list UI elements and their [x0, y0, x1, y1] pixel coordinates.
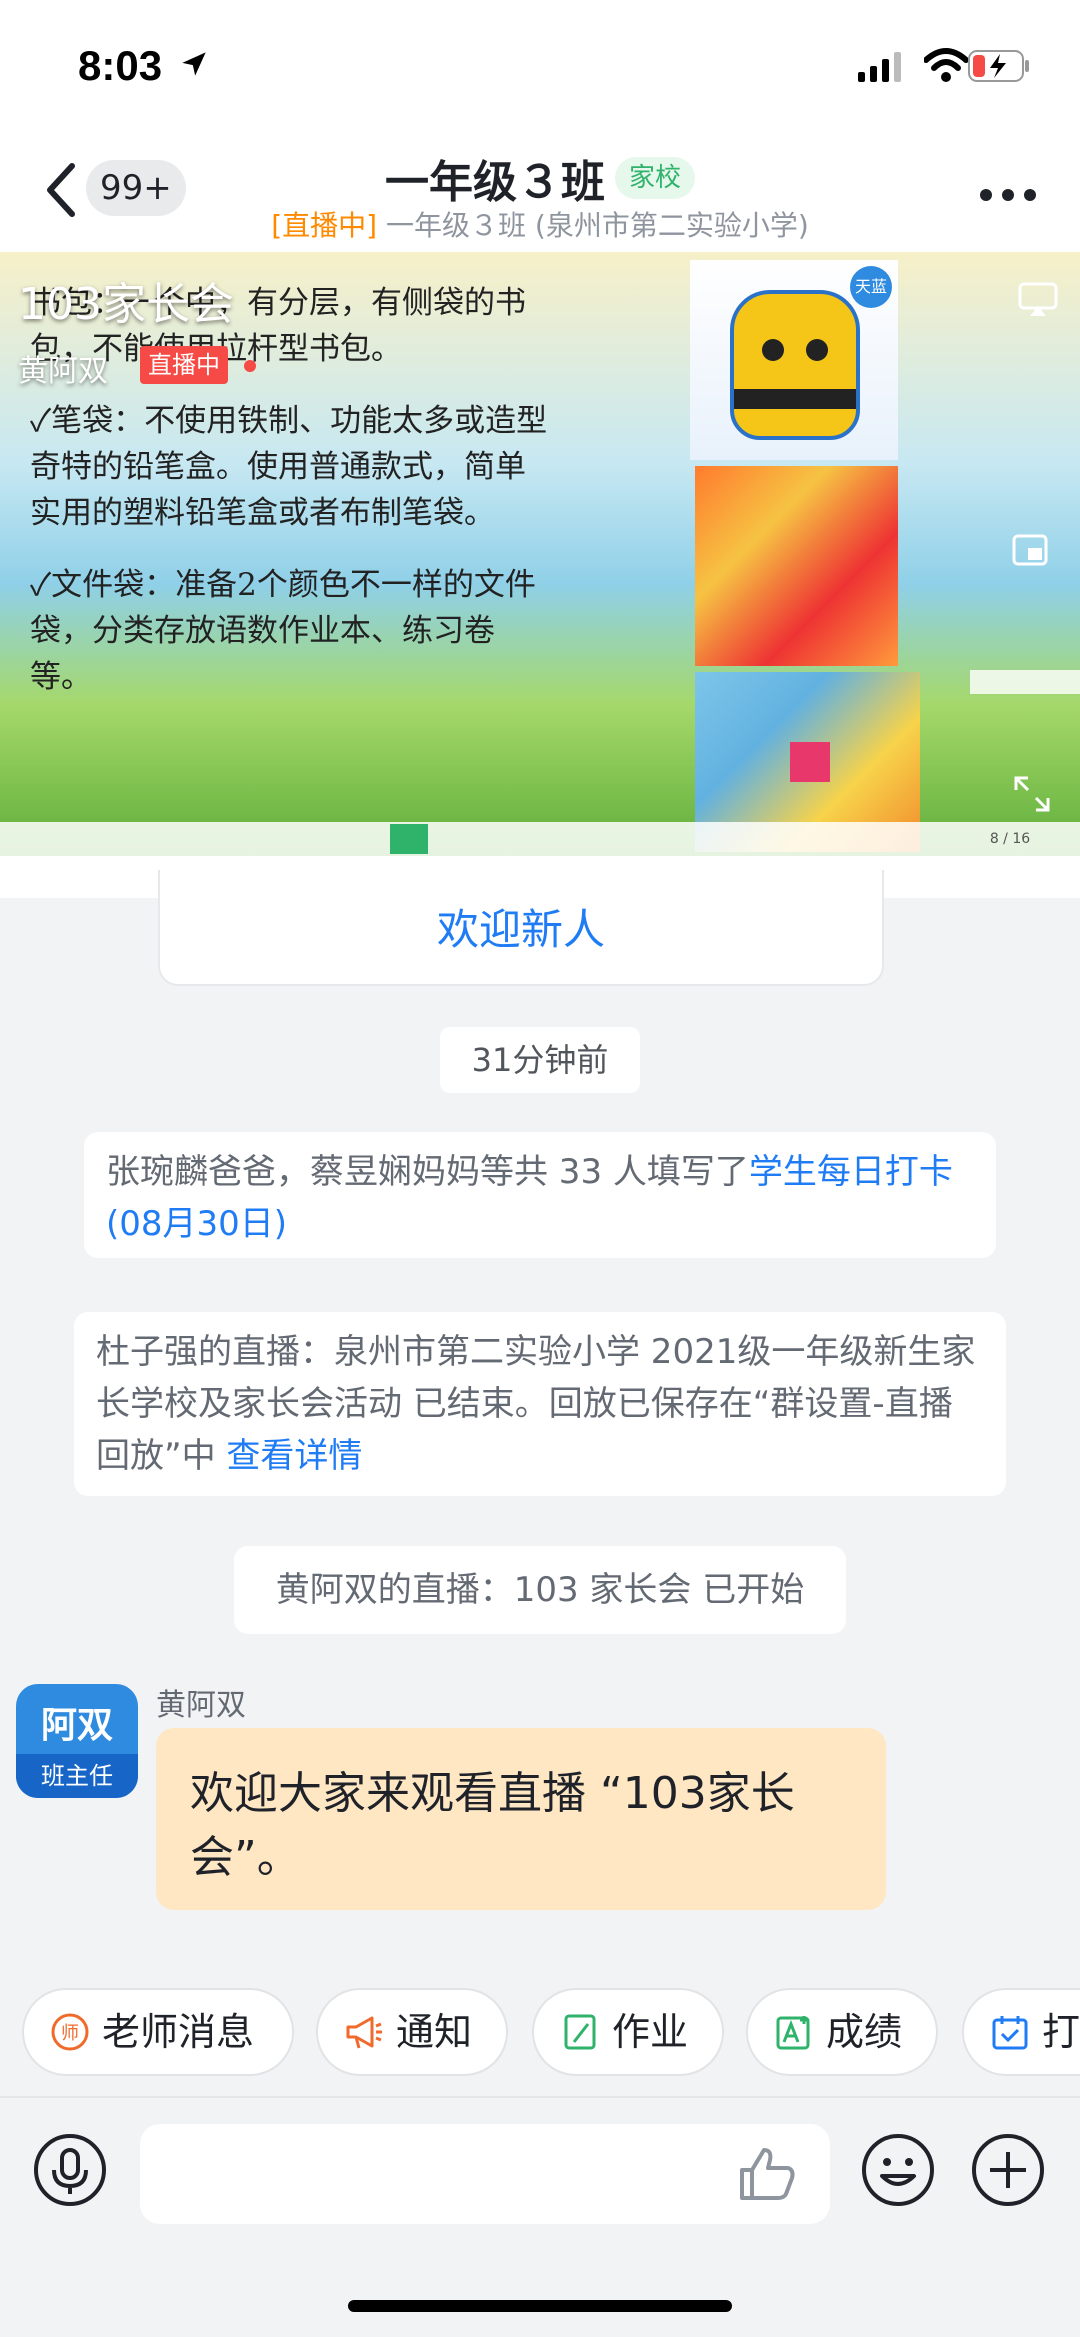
bag-eye	[762, 339, 784, 361]
message-input[interactable]	[140, 2124, 830, 2224]
teacher-icon: 师	[51, 2013, 89, 2051]
live-status: [直播中]	[271, 209, 378, 242]
status-time: 8:03	[78, 42, 163, 89]
voice-icon[interactable]	[32, 2132, 108, 2208]
subtitle-text: 一年级３班 (泉州市第二实验小学)	[377, 209, 809, 242]
toolbar-left	[8, 826, 148, 852]
checkin-icon	[992, 2016, 1028, 2050]
teacher-message-button[interactable]: 师 老师消息	[22, 1988, 294, 2076]
live-dot	[244, 360, 256, 372]
system-message-text: 张琬麟爸爸，蔡昱娴妈妈等共 33 人填写了	[106, 1152, 749, 1192]
timestamp: 31分钟前	[440, 1027, 640, 1093]
pencil-case-image	[695, 466, 898, 666]
homework-button[interactable]: 作业	[532, 1988, 724, 2076]
backpack-image: 天蓝	[690, 260, 898, 460]
live-title: 103家长会	[18, 279, 234, 330]
slide-line: ✓文件袋：准备2个颜色不一样的文件袋，分类存放语数作业本、练习卷等。	[30, 567, 536, 695]
sender-name: 黄阿双	[156, 1688, 246, 1723]
system-message[interactable]: 黄阿双的直播：103 家长会 已开始	[234, 1546, 846, 1634]
page-title: 一年级３班	[384, 157, 605, 208]
plus-icon[interactable]	[970, 2132, 1046, 2208]
wifi-icon	[924, 48, 968, 82]
thumbs-up-icon[interactable]	[738, 2146, 796, 2202]
status-bar: 8:03	[0, 0, 1080, 130]
system-message-text: 黄阿双的直播：103 家长会 已开始	[275, 1570, 805, 1610]
chip-label: 成绩	[826, 2010, 903, 2054]
system-message: 张琬麟爸爸，蔡昱娴妈妈等共 33 人填写了学生每日打卡 (08月30日)	[84, 1132, 996, 1258]
live-host: 黄阿双	[18, 354, 108, 389]
notebook-icon	[564, 2014, 596, 2050]
page-indicator: 8 / 16	[989, 831, 1031, 847]
live-video-player[interactable]: 书包：一个中，有分层，有侧袋的书包，不能使用拉杆型书包。 ✓笔袋：不使用铁制、功…	[0, 252, 1080, 856]
fullscreen-icon[interactable]	[1012, 774, 1052, 814]
slide-line: ✓笔袋：不使用铁制、功能太多或造型奇特的铅笔盒。使用普通款式，简单实用的塑料铅笔…	[30, 403, 548, 531]
chat-header: 99+ 一年级３班 家校 [直播中] 一年级３班 (泉州市第二实验小学)	[0, 130, 1080, 252]
group-tag: 家校	[614, 157, 695, 199]
system-message: 杜子强的直播：泉州市第二实验小学 2021级一年级新生家长学校及家长会活动 已结…	[74, 1312, 1006, 1496]
file-bag-label	[790, 742, 830, 782]
svg-text:师: 师	[61, 2023, 79, 2044]
megaphone-icon	[346, 2016, 382, 2049]
welcome-button[interactable]: 欢迎新人	[160, 896, 882, 957]
emoji-icon[interactable]	[860, 2132, 936, 2208]
home-indicator	[348, 2300, 732, 2312]
cast-tv-icon[interactable]	[1018, 282, 1058, 318]
notice-button[interactable]: 通知	[316, 1988, 508, 2076]
backpack-face	[730, 290, 860, 440]
chip-label: 老师消息	[102, 2010, 255, 2054]
welcome-card[interactable]: 欢迎新人	[158, 870, 884, 986]
quick-actions: 师 老师消息 通知 作业 成绩 打	[0, 1988, 1080, 2080]
live-badge: 直播中	[140, 346, 228, 384]
color-badge: 天蓝	[850, 266, 892, 308]
location-arrow-icon	[182, 52, 206, 76]
more-icon-dot	[1024, 189, 1036, 201]
chip-label: 通知	[396, 2010, 473, 2054]
more-icon-dot	[980, 189, 992, 201]
slide-mini-toolbar	[970, 670, 1080, 694]
avatar-name: 阿双	[40, 1705, 113, 1746]
pip-icon[interactable]	[1012, 534, 1048, 566]
message-bubble[interactable]: 欢迎大家来观看直播 “103家长会”。	[156, 1728, 886, 1910]
grade-icon	[776, 2016, 810, 2050]
signal-icon	[858, 52, 901, 82]
slide-toolbar: 8 / 16	[0, 822, 1080, 856]
bag-stripe	[734, 389, 856, 409]
checkin-button[interactable]: 打	[962, 1988, 1080, 2076]
more-button[interactable]	[970, 186, 1036, 205]
chip-label: 作业	[612, 2010, 689, 2054]
select-tool-icon	[390, 824, 428, 854]
avatar-role: 班主任	[16, 1754, 138, 1798]
bag-eye	[806, 339, 828, 361]
title-wrap[interactable]: 一年级３班 家校	[0, 146, 1080, 210]
toolbar-center	[390, 824, 690, 854]
chip-label: 打	[1042, 2010, 1080, 2054]
slide-text: 书包：一个中，有分层，有侧袋的书包，不能使用拉杆型书包。 ✓笔袋：不使用铁制、功…	[30, 280, 550, 726]
avatar[interactable]: 阿双 班主任	[16, 1684, 138, 1798]
page-subtitle: [直播中] 一年级３班 (泉州市第二实验小学)	[0, 204, 1080, 244]
battery-charging-icon	[968, 50, 1029, 82]
view-details-link[interactable]: 查看详情	[226, 1436, 362, 1476]
grades-button[interactable]: 成绩	[746, 1988, 938, 2076]
more-icon-dot	[1002, 189, 1014, 201]
